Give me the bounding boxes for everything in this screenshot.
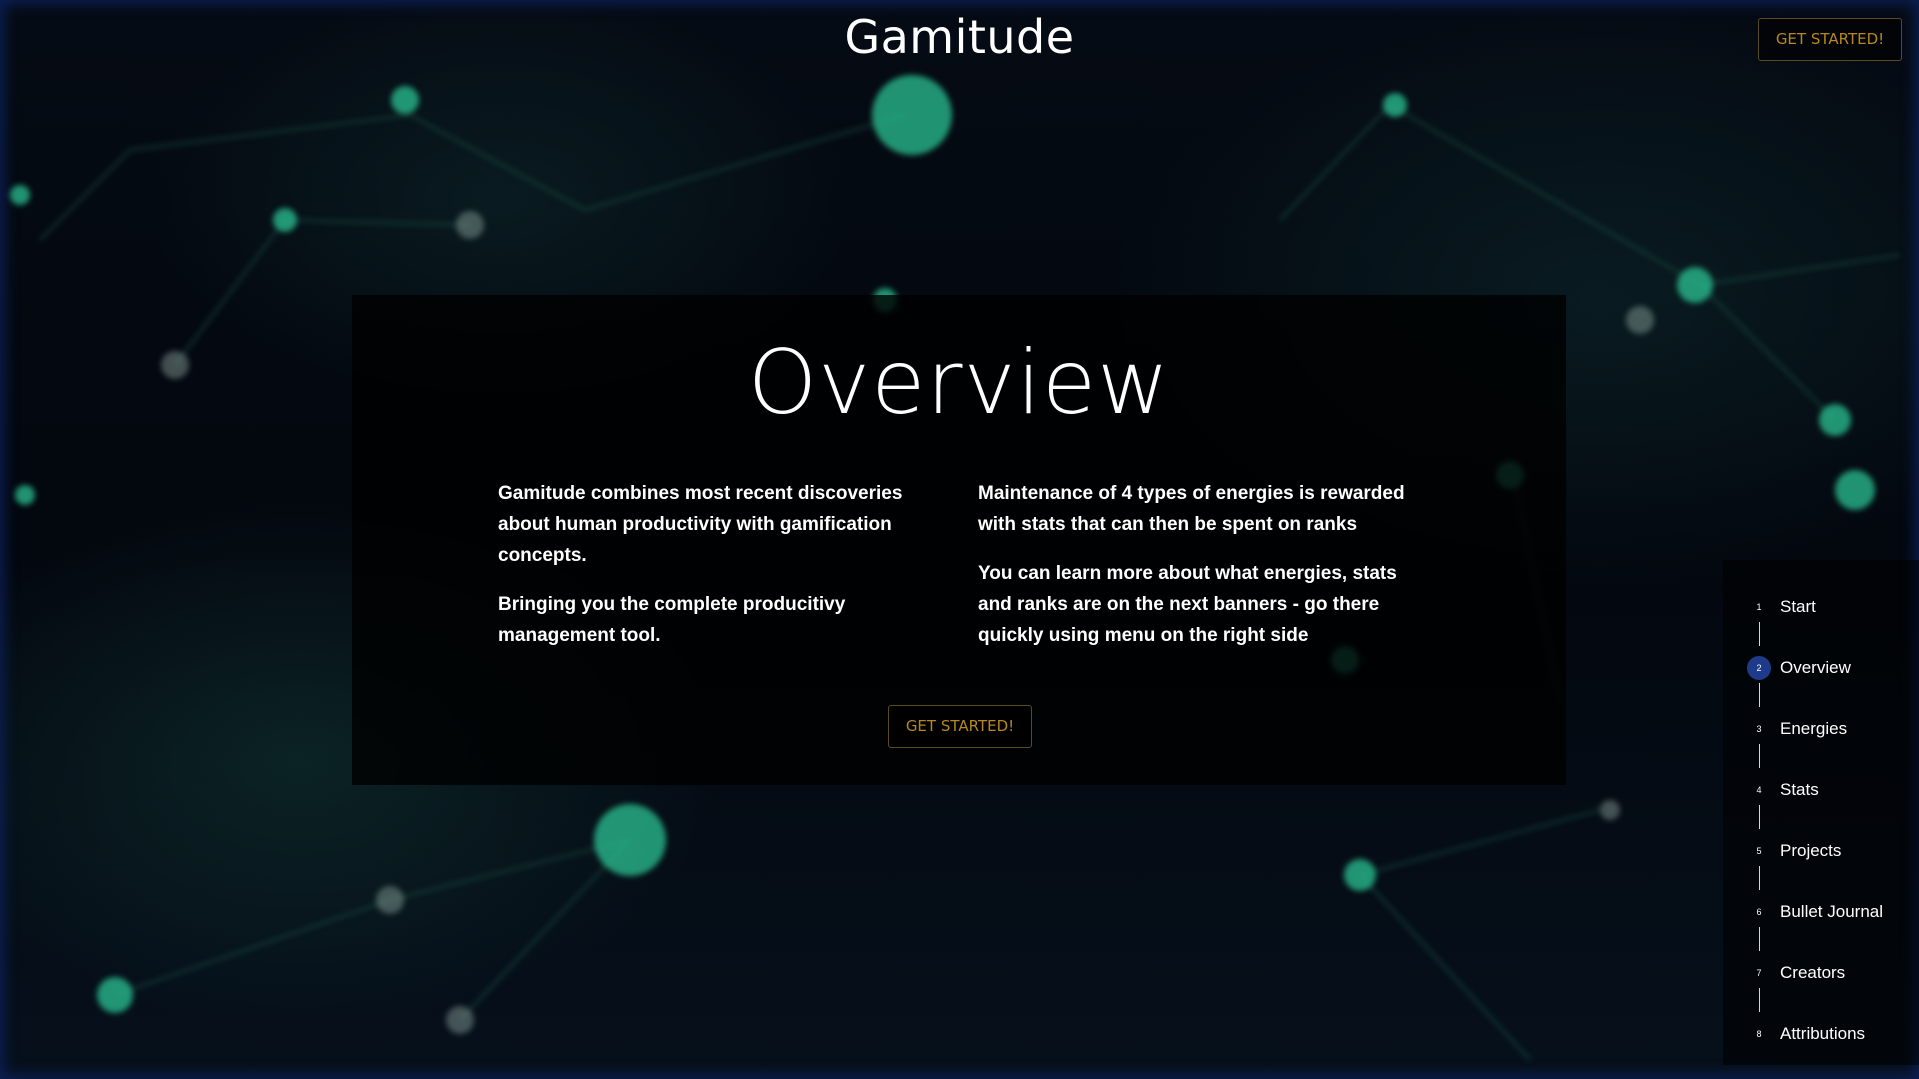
overview-left-column: Gamitude combines most recent discoverie…	[498, 478, 928, 669]
nav-item-attributions[interactable]: 8 Attributions	[1723, 1022, 1919, 1046]
overview-paragraph: Gamitude combines most recent discoverie…	[498, 483, 903, 566]
section-title: Overview	[747, 331, 1171, 434]
nav-step-number: 8	[1756, 1029, 1762, 1039]
nav-step-number: 4	[1756, 785, 1762, 795]
nav-item-stats[interactable]: 4 Stats	[1723, 778, 1919, 802]
nav-item-creators[interactable]: 7 Creators	[1723, 961, 1919, 985]
nav-step-number: 6	[1756, 907, 1762, 917]
section-nav: 1 Start 2 Overview 3 Energies 4 Stats 5 …	[1723, 560, 1919, 1065]
get-started-button-header[interactable]: GET STARTED!	[1758, 18, 1902, 61]
nav-item-label: Overview	[1780, 658, 1851, 677]
nav-item-start[interactable]: 1 Start	[1723, 595, 1919, 619]
overview-paragraph: You can learn more about what energies, …	[978, 563, 1397, 646]
overview-panel: Overview Gamitude combines most recent d…	[352, 295, 1566, 785]
nav-item-label: Attributions	[1780, 1024, 1866, 1043]
nav-item-label: Creators	[1780, 963, 1846, 982]
nav-item-label: Start	[1780, 597, 1816, 616]
nav-item-projects[interactable]: 5 Projects	[1723, 839, 1919, 863]
overview-paragraph: Maintenance of 4 types of energies is re…	[978, 483, 1405, 535]
nav-connector	[1759, 927, 1760, 951]
nav-connector	[1759, 622, 1760, 646]
get-started-button[interactable]: GET STARTED!	[888, 705, 1032, 748]
nav-item-overview[interactable]: 2 Overview	[1723, 656, 1919, 680]
nav-item-label: Bullet Journal	[1780, 902, 1884, 921]
nav-item-label: Energies	[1780, 719, 1848, 738]
nav-connector	[1759, 866, 1760, 890]
nav-item-label: Projects	[1780, 841, 1842, 860]
nav-connector	[1759, 988, 1760, 1012]
nav-connector	[1759, 683, 1760, 707]
nav-item-bullet-journal[interactable]: 6 Bullet Journal	[1723, 900, 1919, 924]
nav-item-label: Stats	[1780, 780, 1819, 799]
nav-step-number: 1	[1756, 602, 1762, 612]
landing-page: Gamitude GET STARTED! Overview Gamitude …	[0, 0, 1919, 1079]
overview-right-column: Maintenance of 4 types of energies is re…	[978, 478, 1408, 669]
nav-item-energies[interactable]: 3 Energies	[1723, 717, 1919, 741]
app-title: Gamitude	[844, 10, 1075, 64]
nav-step-number: 5	[1756, 846, 1762, 856]
nav-step-number: 7	[1756, 968, 1762, 978]
nav-connector	[1759, 744, 1760, 768]
nav-step-number-active: 2	[1747, 656, 1771, 680]
nav-connector	[1759, 805, 1760, 829]
overview-paragraph: Bringing you the complete producitivy ma…	[498, 594, 846, 646]
nav-step-number: 3	[1756, 724, 1762, 734]
